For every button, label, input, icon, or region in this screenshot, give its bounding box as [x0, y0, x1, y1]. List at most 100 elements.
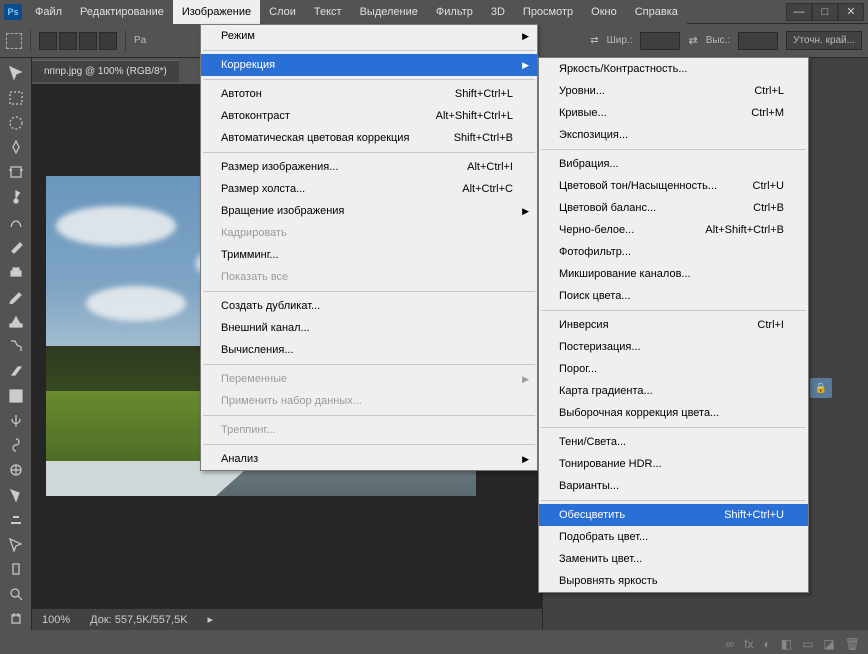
adjust-menu-item-7[interactable]: Цветовой баланс...Ctrl+B — [539, 197, 808, 219]
image-menu-item-15[interactable]: Создать дубликат... — [201, 295, 537, 317]
layers-footer-icon-2[interactable]: ◐ — [763, 637, 770, 651]
menu-просмотр[interactable]: Просмотр — [514, 0, 582, 24]
crop-tool[interactable] — [4, 161, 28, 183]
layers-footer-icon-5[interactable]: ◪ — [823, 637, 834, 651]
healing-tool[interactable] — [4, 211, 28, 233]
width-input[interactable] — [640, 32, 680, 50]
adjust-menu-item-21[interactable]: Варианты... — [539, 475, 808, 497]
image-menu-item-0[interactable]: Режим▶ — [201, 25, 537, 47]
adjust-menu-item-15[interactable]: Порог... — [539, 358, 808, 380]
layers-footer-icon-1[interactable]: fx — [744, 637, 753, 651]
lasso-tool[interactable] — [4, 112, 28, 134]
layers-footer-icon-0[interactable]: ∞ — [726, 637, 735, 651]
type-tool[interactable] — [4, 434, 28, 456]
dodge-tool[interactable] — [4, 385, 28, 407]
shortcut-label: Ctrl+L — [754, 85, 784, 97]
quick-mask-tool[interactable] — [4, 583, 28, 605]
mode-intersect-icon[interactable] — [99, 32, 117, 50]
menu-текст[interactable]: Текст — [305, 0, 351, 24]
menu-item-label: Автоматическая цветовая коррекция — [221, 132, 409, 144]
image-menu-item-20: Применить набор данных... — [201, 390, 537, 412]
adjust-menu-item-16[interactable]: Карта градиента... — [539, 380, 808, 402]
menu-окно[interactable]: Окно — [582, 0, 626, 24]
image-menu-item-24[interactable]: Анализ▶ — [201, 448, 537, 470]
adjust-menu-item-10[interactable]: Микширование каналов... — [539, 263, 808, 285]
zoom-tool[interactable] — [4, 534, 28, 556]
zoom-value[interactable]: 100% — [42, 614, 70, 626]
adjust-menu-item-3[interactable]: Экспозиция... — [539, 124, 808, 146]
rectangle-tool[interactable] — [4, 484, 28, 506]
menu-слои[interactable]: Слои — [260, 0, 305, 24]
menu-item-label: Постеризация... — [559, 341, 641, 353]
adjust-menu-item-26[interactable]: Выровнять яркость — [539, 570, 808, 592]
menu-изображение[interactable]: Изображение — [173, 0, 260, 24]
adjust-menu-item-11[interactable]: Поиск цвета... — [539, 285, 808, 307]
mode-add-icon[interactable] — [59, 32, 77, 50]
mode-new-icon[interactable] — [39, 32, 57, 50]
image-menu-item-5[interactable]: АвтоконтрастAlt+Shift+Ctrl+L — [201, 105, 537, 127]
menu-справка[interactable]: Справка — [626, 0, 687, 24]
adjust-menu-item-9[interactable]: Фотофильтр... — [539, 241, 808, 263]
gradient-tool[interactable] — [4, 335, 28, 357]
adjust-menu-item-14[interactable]: Постеризация... — [539, 336, 808, 358]
layers-footer-icon-3[interactable]: ◧ — [781, 637, 792, 651]
adjust-menu-item-24[interactable]: Подобрать цвет... — [539, 526, 808, 548]
lock-icon[interactable]: 🔒 — [810, 378, 832, 398]
menu-редактирование[interactable]: Редактирование — [71, 0, 173, 24]
image-menu-item-4[interactable]: АвтотонShift+Ctrl+L — [201, 83, 537, 105]
hand-tool[interactable] — [4, 509, 28, 531]
fg-bg-tool[interactable] — [4, 559, 28, 581]
shortcut-label: Ctrl+I — [757, 319, 784, 331]
adjust-menu-item-1[interactable]: Уровни...Ctrl+L — [539, 80, 808, 102]
blur-tool[interactable] — [4, 360, 28, 382]
image-menu-item-17[interactable]: Вычисления... — [201, 339, 537, 361]
image-menu-item-6[interactable]: Автоматическая цветовая коррекцияShift+C… — [201, 127, 537, 149]
brush-tool[interactable] — [4, 236, 28, 258]
mode-subtract-icon[interactable] — [79, 32, 97, 50]
stamp-tool[interactable] — [4, 261, 28, 283]
adjust-menu-item-6[interactable]: Цветовой тон/Насыщенность...Ctrl+U — [539, 175, 808, 197]
close-button[interactable]: ✕ — [838, 3, 864, 21]
document-tab[interactable]: nпnp.jpg @ 100% (RGB/8*) — [32, 60, 179, 82]
maximize-button[interactable]: □ — [812, 3, 838, 21]
adjust-menu-item-13[interactable]: ИнверсияCtrl+I — [539, 314, 808, 336]
menu-выделение[interactable]: Выделение — [351, 0, 427, 24]
path-tool[interactable] — [4, 459, 28, 481]
image-menu-item-9[interactable]: Размер холста...Alt+Ctrl+C — [201, 178, 537, 200]
menu-3d[interactable]: 3D — [482, 0, 514, 24]
magic-wand-tool[interactable] — [4, 136, 28, 158]
image-menu-item-16[interactable]: Внешний канал... — [201, 317, 537, 339]
adjust-menu-item-8[interactable]: Черно-белое...Alt+Shift+Ctrl+B — [539, 219, 808, 241]
history-brush-tool[interactable] — [4, 285, 28, 307]
adjust-menu-item-2[interactable]: Кривые...Ctrl+M — [539, 102, 808, 124]
image-menu-item-2[interactable]: Коррекция▶ — [201, 54, 537, 76]
menu-фильтр[interactable]: Фильтр — [427, 0, 482, 24]
menu-файл[interactable]: Файл — [26, 0, 71, 24]
adjust-menu-item-20[interactable]: Тонирование HDR... — [539, 453, 808, 475]
image-menu-item-10[interactable]: Вращение изображения▶ — [201, 200, 537, 222]
adjust-menu-item-23[interactable]: ОбесцветитьShift+Ctrl+U — [539, 504, 808, 526]
move-tool[interactable] — [4, 62, 28, 84]
height-input[interactable] — [738, 32, 778, 50]
adjust-menu-item-19[interactable]: Тени/Света... — [539, 431, 808, 453]
minimize-button[interactable]: — — [786, 3, 812, 21]
image-menu-item-8[interactable]: Размер изображения...Alt+Ctrl+I — [201, 156, 537, 178]
marquee-mode-group — [39, 32, 117, 50]
tool-preset-icon[interactable] — [6, 33, 22, 49]
rect-marquee-tool[interactable] — [4, 87, 28, 109]
adjust-menu-item-17[interactable]: Выборочная коррекция цвета... — [539, 402, 808, 424]
adjust-menu-item-25[interactable]: Заменить цвет... — [539, 548, 808, 570]
pen-tool[interactable] — [4, 410, 28, 432]
tools-panel — [0, 58, 32, 630]
screen-mode-tool[interactable] — [4, 608, 28, 630]
eyedropper-tool[interactable] — [4, 186, 28, 208]
menu-item-label: Фотофильтр... — [559, 246, 631, 258]
layers-footer-icon-6[interactable]: 🗑 — [845, 637, 860, 651]
refine-edge-button[interactable]: Уточн. край... — [786, 31, 862, 50]
status-arrow-icon[interactable]: ▸ — [208, 613, 214, 626]
eraser-tool[interactable] — [4, 310, 28, 332]
adjust-menu-item-0[interactable]: Яркость/Контрастность... — [539, 58, 808, 80]
adjust-menu-item-5[interactable]: Вибрация... — [539, 153, 808, 175]
layers-footer-icon-4[interactable]: ▭ — [802, 637, 813, 651]
image-menu-item-12[interactable]: Тримминг... — [201, 244, 537, 266]
